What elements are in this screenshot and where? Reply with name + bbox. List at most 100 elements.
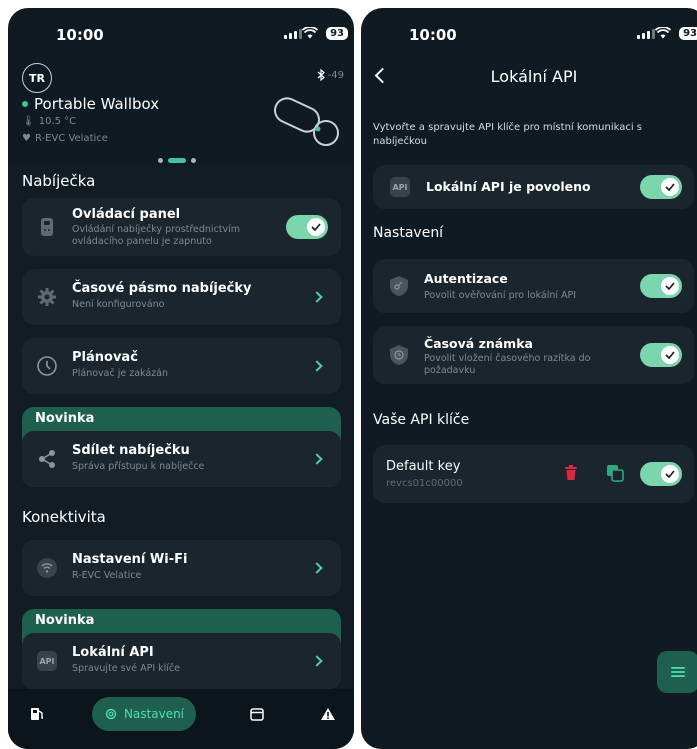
status-bar: 10:00 93 — [361, 26, 697, 46]
location-text: R-EVC Velatice — [34, 133, 108, 144]
local-api-subtitle: Spravujte své API klíče — [72, 663, 180, 674]
promo-label: Novinka — [35, 411, 95, 426]
copy-icon[interactable] — [606, 464, 624, 482]
warning-icon — [321, 708, 335, 720]
chevron-right-icon — [311, 360, 323, 372]
authentication-card[interactable]: Autentizace Povolit ověřování pro lokáln… — [373, 259, 694, 313]
bluetooth-rssi: -49 — [327, 69, 344, 81]
check-icon — [661, 346, 679, 364]
scheduler-subtitle: Plánovač je zakázán — [72, 368, 169, 379]
section-title-charger: Nabíječka — [22, 172, 96, 190]
promo-local-api-card[interactable]: Novinka API Lokální API Spravujte své AP… — [22, 609, 341, 689]
chevron-right-icon — [311, 562, 323, 574]
wifi-title: Nastavení Wi-Fi — [72, 552, 188, 567]
status-time: 10:00 — [56, 26, 104, 44]
local-api-screen: 10:00 93 Lokální API Vytvořte a spravujt… — [361, 8, 697, 749]
clock-badge-icon — [388, 344, 410, 370]
online-dot-icon — [22, 101, 28, 107]
share-subtitle: Správa přístupu k nabíječce — [72, 461, 205, 472]
status-time: 10:00 — [409, 26, 457, 44]
trash-icon[interactable] — [564, 465, 578, 481]
section-title-settings: Nastavení — [373, 225, 444, 241]
timezone-card[interactable]: Časové pásmo nabíječky Není konfigurován… — [22, 269, 341, 325]
api-badge: API — [390, 177, 410, 197]
api-icon: API — [390, 177, 410, 197]
local-api-title: Lokální API — [72, 645, 154, 660]
timezone-title: Časové pásmo nabíječky — [72, 281, 252, 296]
wifi-card[interactable]: Nastavení Wi-Fi R-EVC Velatice — [22, 540, 341, 596]
api-icon: API — [36, 650, 58, 672]
nav-alerts[interactable] — [313, 697, 343, 731]
nav-settings-label: Nastavení — [123, 707, 185, 721]
nav-settings[interactable]: Nastavení — [92, 697, 196, 731]
api-key-toggle[interactable] — [640, 462, 682, 486]
control-panel-toggle[interactable] — [286, 215, 328, 239]
scheduler-title: Plánovač — [72, 350, 138, 365]
api-key-row[interactable]: Default key revcs01c00000 — [373, 445, 694, 503]
share-title: Sdílet nabíječku — [72, 443, 190, 458]
local-api-toggle[interactable] — [640, 175, 682, 199]
timezone-subtitle: Není konfigurováno — [72, 299, 165, 310]
page-title: Lokální API — [490, 67, 578, 86]
device-name-text: Portable Wallbox — [34, 95, 160, 113]
authentication-subtitle: Povolit ověřování pro lokální API — [424, 290, 577, 301]
fuel-pump-icon — [31, 708, 43, 720]
share-charger-card[interactable]: Sdílet nabíječku Správa přístupu k nabíj… — [22, 431, 341, 487]
chevron-right-icon — [311, 291, 323, 303]
bluetooth-icon — [317, 69, 325, 81]
timestamp-title: Časová známka — [424, 336, 533, 351]
control-panel-title: Ovládací panel — [72, 207, 181, 222]
api-key-id: revcs01c00000 — [386, 478, 463, 489]
authentication-toggle[interactable] — [640, 274, 682, 298]
timestamp-subtitle: Povolit vložení časového razítka do poža… — [424, 353, 591, 376]
signal-icon — [637, 29, 655, 39]
status-bar: 10:00 93 — [8, 26, 354, 46]
battery-indicator: 93 — [326, 27, 348, 40]
wallbox-image — [274, 97, 339, 146]
temperature-row: 🌡 10.5 °C — [22, 116, 76, 127]
section-title-api-keys: Vaše API klíče — [373, 412, 470, 428]
section-title-connectivity: Konektivita — [22, 508, 106, 526]
menu-fab[interactable] — [657, 651, 697, 693]
share-icon — [36, 448, 58, 470]
chevron-right-icon — [311, 453, 323, 465]
bluetooth-status: -49 — [317, 69, 344, 81]
wifi-icon — [302, 27, 318, 39]
avatar[interactable]: TR — [22, 63, 52, 93]
promo-label: Novinka — [35, 613, 95, 628]
authentication-title: Autentizace — [424, 271, 508, 286]
shield-key-icon — [388, 275, 410, 301]
scheduler-card[interactable]: Plánovač Plánovač je zakázán — [22, 338, 341, 394]
wifi-icon — [655, 27, 671, 39]
wifi-settings-icon — [36, 557, 58, 579]
charger-settings-screen: 10:00 93 TR -49 Portable Wallbox 🌡 10.5 … — [8, 8, 354, 749]
device-name: Portable Wallbox — [22, 95, 159, 113]
battery-indicator: 93 — [679, 27, 697, 40]
promo-share-card[interactable]: Novinka Sdílet nabíječku Správa přístupu… — [22, 407, 341, 487]
gear-icon — [36, 286, 58, 308]
local-api-enabled-card[interactable]: API Lokální API je povoleno — [373, 165, 694, 209]
local-api-card[interactable]: API Lokální API Spravujte své API klíče — [22, 633, 341, 689]
timestamp-card[interactable]: Časová známka Povolit vložení časového r… — [373, 326, 694, 384]
thermometer-icon: 🌡 — [22, 116, 35, 127]
nav-charging[interactable] — [22, 697, 52, 731]
chevron-right-icon — [311, 655, 323, 667]
control-panel-card[interactable]: Ovládací panel Ovládání nabíječky prostř… — [22, 198, 341, 256]
menu-icon — [671, 667, 685, 677]
check-icon — [661, 178, 679, 196]
local-api-enabled-label: Lokální API je povoleno — [426, 179, 591, 194]
page-description: Vytvořte a spravujte API klíče pro místn… — [373, 122, 643, 147]
check-icon — [661, 465, 679, 483]
timestamp-toggle[interactable] — [640, 343, 682, 367]
settings-list: Nabíječka Ovládací panel Ovládání nabíje… — [8, 166, 354, 689]
calendar-icon — [250, 708, 264, 721]
location-row: ♥ R-EVC Velatice — [22, 133, 108, 144]
check-icon — [307, 218, 325, 236]
control-panel-subtitle: Ovládání nabíječky prostřednictvím ovlád… — [72, 224, 241, 247]
temperature-text: 10.5 °C — [38, 116, 77, 127]
clock-icon — [36, 355, 58, 377]
signal-icon — [284, 29, 302, 39]
control-panel-icon — [36, 216, 58, 238]
nav-calendar[interactable] — [242, 697, 272, 731]
page-indicator — [158, 158, 196, 163]
